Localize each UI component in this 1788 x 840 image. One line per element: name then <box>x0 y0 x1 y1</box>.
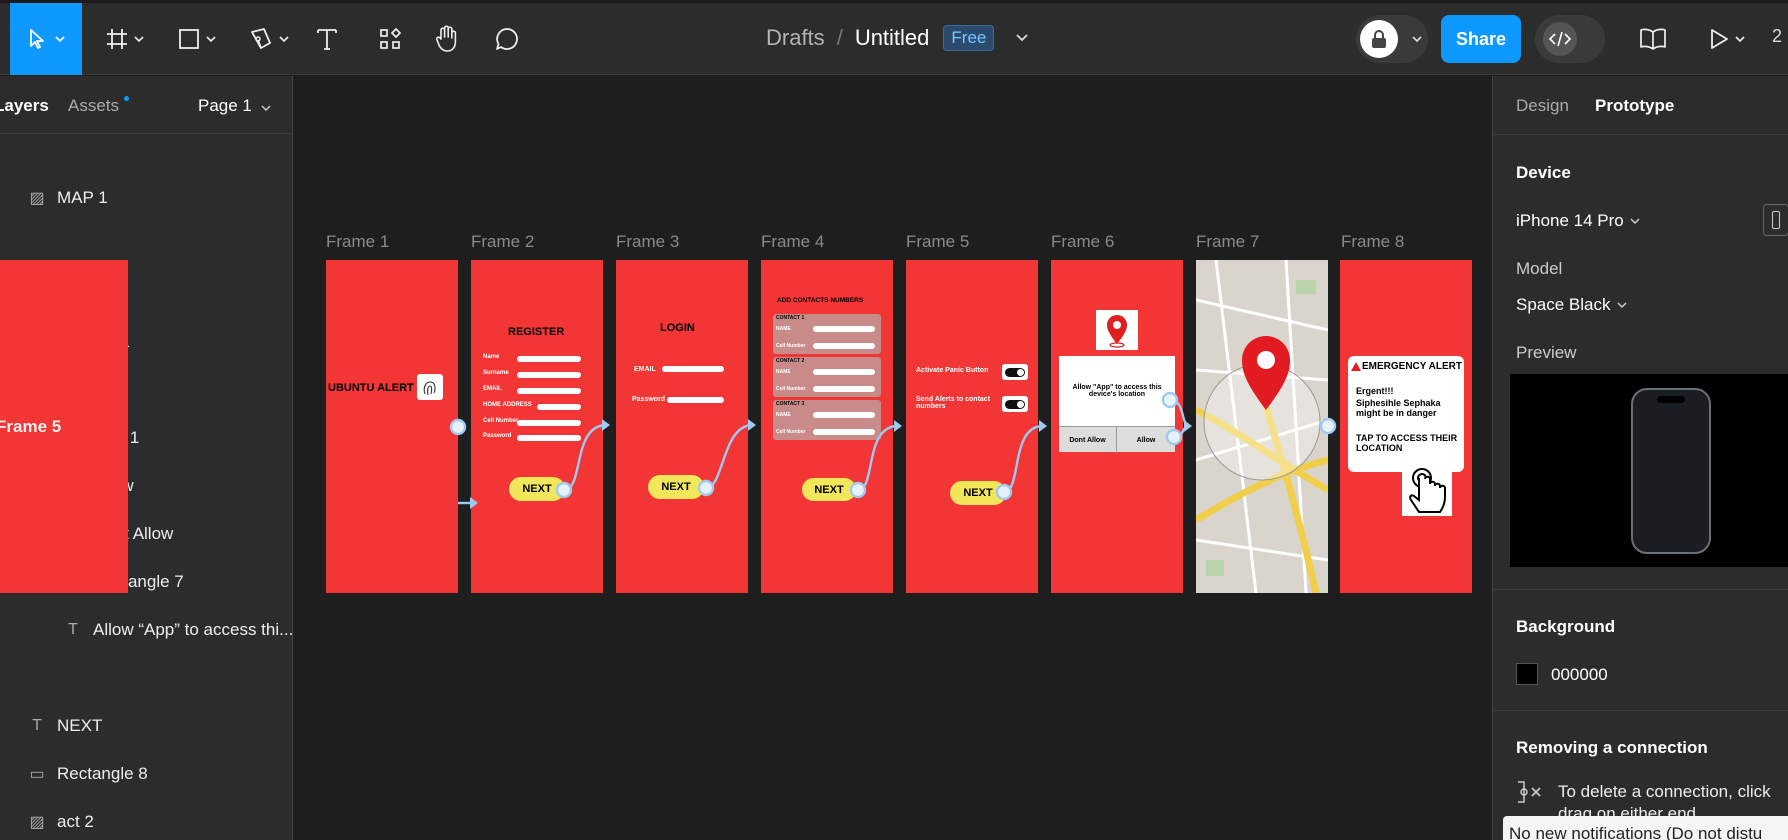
layer-item[interactable]: ▨ act 2 <box>27 807 94 837</box>
divider <box>1493 710 1788 711</box>
layer-item[interactable]: T Allow “App” to access thi... <box>63 615 293 645</box>
book-open-icon <box>1640 28 1666 50</box>
chevron-down-icon <box>134 36 144 42</box>
chevron-down-icon[interactable] <box>1016 34 1029 42</box>
image-layer-icon: ▨ <box>29 190 45 207</box>
dynamic-island <box>1657 396 1685 403</box>
device-preview <box>1510 374 1788 567</box>
text-icon <box>317 29 337 50</box>
present-button[interactable] <box>1704 3 1750 75</box>
rectangle-icon <box>179 29 199 49</box>
text-layer-icon: T <box>32 717 42 734</box>
page-selector[interactable]: Page 1 <box>198 96 271 116</box>
shape-tool-button[interactable] <box>170 3 224 75</box>
drafts-link[interactable]: Drafts <box>766 25 825 51</box>
file-breadcrumb: Drafts / Untitled Free <box>766 22 1029 54</box>
removing-connection-title: Removing a connection <box>1516 738 1708 757</box>
layer-item[interactable]: ▨ MAP 1 <box>27 183 108 213</box>
pen-tool-button[interactable] <box>242 3 296 75</box>
share-button[interactable]: Share <box>1441 15 1521 63</box>
model-label: Model <box>1516 259 1563 278</box>
chevron-down-icon <box>1412 36 1422 42</box>
user-menu[interactable] <box>1356 15 1428 63</box>
preview-label: Preview <box>1516 343 1577 362</box>
chevron-down-icon <box>1735 36 1745 42</box>
chevron-down-icon <box>206 36 216 42</box>
frame-icon <box>107 29 127 49</box>
removing-connection-text: To delete a connection, click <box>1558 782 1771 801</box>
image-layer-icon: ▨ <box>29 814 45 831</box>
tab-design[interactable]: Design <box>1516 96 1569 116</box>
breadcrumb-separator: / <box>836 25 843 50</box>
move-tool-button[interactable] <box>10 3 82 75</box>
chevron-down-icon <box>1616 302 1627 308</box>
rect-layer-icon: ▭ <box>29 766 45 783</box>
components-icon <box>380 27 402 49</box>
chevron-down-icon <box>55 36 65 42</box>
layer-label: MAP 1 <box>57 188 108 207</box>
plan-badge[interactable]: Free <box>943 25 995 51</box>
chevron-down-icon <box>279 36 289 42</box>
tab-prototype[interactable]: Prototype <box>1595 96 1674 116</box>
background-hex[interactable]: 000000 <box>1551 665 1608 685</box>
page-name: Page 1 <box>198 96 252 115</box>
tab-layers[interactable]: Layers <box>0 96 49 116</box>
disconnect-icon <box>1518 781 1541 803</box>
play-icon <box>1711 29 1728 49</box>
layer-label: Allow “App” to access thi... <box>93 620 293 639</box>
prototype-connections <box>449 391 1337 509</box>
device-section-title: Device <box>1516 163 1571 182</box>
iphone-frame <box>1631 388 1711 554</box>
design-canvas[interactable]: Frame 1 Frame 2 Frame 3 Frame 4 Frame 5 Frame… <box>294 76 1491 840</box>
notification-toast[interactable]: No new notifications (Do not distu <box>1503 816 1788 840</box>
layer-label: NEXT <box>57 716 103 735</box>
layer-label: Rectangle 8 <box>57 764 148 783</box>
layer-label: Frame 5 <box>0 416 62 436</box>
device-value: iPhone 14 Pro <box>1516 211 1624 230</box>
dev-mode-toggle[interactable] <box>1535 15 1605 63</box>
resources-tool-button[interactable] <box>375 3 405 75</box>
divider <box>1493 134 1788 135</box>
orientation-toggle[interactable] <box>1763 204 1788 236</box>
device-dropdown[interactable]: iPhone 14 Pro <box>1516 211 1640 231</box>
comment-icon <box>496 28 518 50</box>
tab-assets[interactable]: Assets <box>68 96 119 116</box>
comment-tool-button[interactable] <box>492 3 522 75</box>
layers-panel: Layers Assets Page 1 Frame 7▨MAP 1Frame … <box>0 76 293 840</box>
text-tool-button[interactable] <box>312 3 342 75</box>
pen-icon <box>251 28 271 49</box>
cursor-icon <box>30 29 44 49</box>
model-dropdown[interactable]: Space Black <box>1516 295 1627 315</box>
hand-icon <box>435 25 457 52</box>
properties-panel: Design Prototype Device iPhone 14 Pro Mo… <box>1492 76 1788 840</box>
text-layer-icon: T <box>68 621 78 638</box>
layer-item[interactable]: T NEXT <box>27 711 102 741</box>
portrait-icon <box>1772 211 1780 229</box>
layer-item[interactable]: ▭ Rectangle 8 <box>27 759 148 789</box>
model-value: Space Black <box>1516 295 1611 314</box>
hand-tool-button[interactable] <box>432 3 462 75</box>
top-toolbar: Drafts / Untitled Free Share 2 <box>0 0 1788 75</box>
frame-tool-button[interactable] <box>98 3 152 75</box>
avatar <box>1360 20 1398 58</box>
background-swatch[interactable] <box>1516 663 1538 685</box>
chevron-down-icon <box>261 105 271 112</box>
library-button[interactable] <box>1638 3 1668 75</box>
file-title[interactable]: Untitled <box>855 25 930 51</box>
notification-dot <box>124 96 129 101</box>
chevron-down-icon <box>1630 218 1640 224</box>
background-section-title: Background <box>1516 617 1616 636</box>
divider <box>1493 589 1788 590</box>
lock-icon <box>1372 30 1386 48</box>
zoom-level[interactable]: 2 <box>1772 26 1782 47</box>
layer-item[interactable]: Frame 5 <box>0 260 128 593</box>
left-panel-tabs: Layers Assets Page 1 <box>0 76 292 134</box>
code-icon <box>1543 22 1577 56</box>
layer-label: act 2 <box>57 812 94 831</box>
